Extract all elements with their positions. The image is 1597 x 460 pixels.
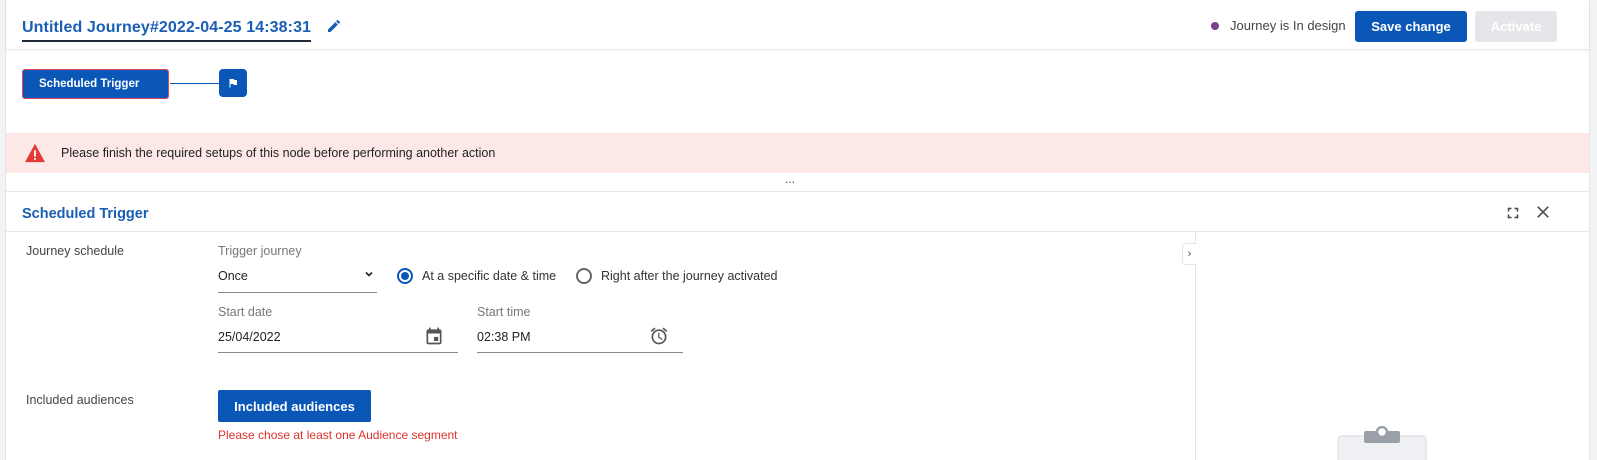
top-bar: Untitled Journey#2022-04-25 14:38:31 Jou… (6, 0, 1589, 50)
included-audiences-button[interactable]: Included audiences (218, 390, 371, 422)
panel-resize-handle[interactable]: ... (782, 173, 798, 188)
calendar-icon[interactable] (424, 326, 444, 346)
clipboard-illustration-icon (1337, 426, 1427, 460)
start-date-input[interactable]: 25/04/2022 (218, 323, 458, 353)
alert-message: Please finish the required setups of thi… (61, 146, 496, 160)
radio-after-activation[interactable]: Right after the journey activated (576, 268, 778, 284)
scheduled-trigger-node[interactable]: Scheduled Trigger (22, 69, 169, 99)
trigger-journey-label: Trigger journey (218, 244, 302, 258)
included-audiences-label: Included audiences (26, 393, 134, 407)
end-node[interactable] (219, 69, 247, 97)
start-date-label: Start date (218, 305, 273, 319)
radio-checked-icon (397, 268, 413, 284)
journey-editor: Untitled Journey#2022-04-25 14:38:31 Jou… (0, 0, 1597, 460)
fullscreen-icon[interactable] (1504, 204, 1522, 222)
start-time-label: Start time (477, 305, 531, 319)
journey-schedule-label: Journey schedule (26, 244, 124, 258)
journey-status: Journey is In design (1211, 18, 1346, 33)
save-change-button[interactable]: Save change (1355, 11, 1467, 42)
trigger-node-label: Scheduled Trigger (39, 78, 140, 90)
radio-unchecked-icon (576, 268, 592, 284)
radio-specific-datetime[interactable]: At a specific date & time (397, 268, 556, 284)
side-panel-toggle[interactable]: › (1182, 243, 1196, 265)
radio-after-label: Right after the journey activated (601, 269, 778, 283)
start-time-input[interactable]: 02:38 PM (477, 323, 683, 353)
activate-button[interactable]: Activate (1475, 11, 1557, 42)
trigger-journey-value: Once (218, 269, 248, 283)
chevron-down-icon (365, 271, 373, 277)
status-dot (1211, 21, 1219, 30)
radio-specific-label: At a specific date & time (422, 269, 557, 283)
close-icon[interactable] (1534, 203, 1552, 221)
validation-alert: Please finish the required setups of thi… (6, 133, 1589, 173)
audience-error-message: Please chose at least one Audience segme… (218, 428, 458, 442)
trigger-journey-select[interactable]: Once (218, 264, 377, 293)
node-connector (170, 83, 219, 84)
start-date-value: 25/04/2022 (218, 330, 281, 344)
flag-icon (229, 79, 237, 88)
warning-triangle-icon (25, 143, 45, 163)
start-time-value: 02:38 PM (477, 330, 531, 344)
journey-title[interactable]: Untitled Journey#2022-04-25 14:38:31 (22, 19, 312, 42)
status-text: Journey is In design (1230, 18, 1346, 33)
panel-title: Scheduled Trigger (22, 206, 149, 222)
right-scrollbar[interactable] (1589, 0, 1597, 460)
pencil-icon[interactable] (326, 18, 342, 34)
alarm-clock-icon[interactable] (649, 326, 669, 346)
panel-divider (1195, 232, 1196, 460)
panel-header: Scheduled Trigger (6, 191, 1589, 232)
